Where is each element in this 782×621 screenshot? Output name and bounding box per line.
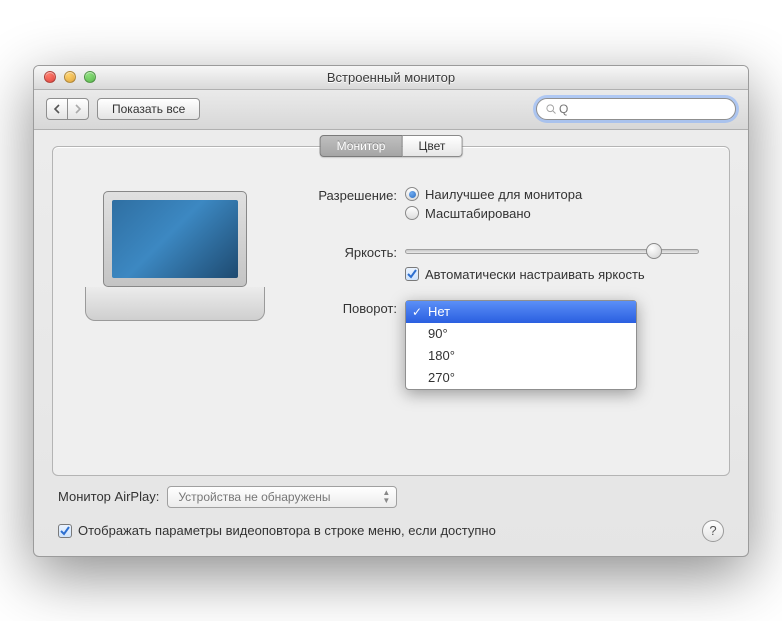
window-title: Встроенный монитор	[34, 70, 748, 85]
brightness-slider[interactable]	[405, 243, 699, 261]
display-preview	[75, 191, 275, 346]
resolution-scaled-text: Масштабировано	[425, 206, 531, 221]
brightness-label: Яркость:	[305, 244, 405, 260]
airplay-popup[interactable]: Устройства не обнаружены ▲▼	[167, 486, 397, 508]
prefs-window: Встроенный монитор Показать все Монитор …	[33, 65, 749, 557]
airplay-label: Монитор AirPlay:	[58, 489, 159, 504]
popup-arrows-icon: ▲▼	[382, 489, 390, 505]
minimize-button[interactable]	[64, 71, 76, 83]
search-icon	[545, 103, 557, 115]
mirror-text: Отображать параметры видеоповтора в стро…	[78, 523, 496, 538]
back-button[interactable]	[46, 98, 67, 120]
resolution-best-radio[interactable]: Наилучшее для монитора	[405, 187, 707, 202]
zoom-button[interactable]	[84, 71, 96, 83]
rotation-option-270[interactable]: 270°	[406, 367, 636, 389]
forward-button[interactable]	[67, 98, 89, 120]
settings-group: Монитор Цвет Разрешение:	[52, 146, 730, 476]
show-all-button[interactable]: Показать все	[97, 98, 200, 120]
chevron-left-icon	[53, 104, 61, 114]
titlebar: Встроенный монитор	[34, 66, 748, 90]
auto-brightness-text: Автоматически настраивать яркость	[425, 267, 645, 282]
rotation-option-90[interactable]: 90°	[406, 323, 636, 345]
resolution-scaled-radio[interactable]: Масштабировано	[405, 206, 707, 221]
close-button[interactable]	[44, 71, 56, 83]
rotation-option-none[interactable]: Нет	[406, 301, 636, 323]
slider-thumb[interactable]	[646, 243, 662, 259]
help-button[interactable]: ?	[702, 520, 724, 542]
chevron-right-icon	[74, 104, 82, 114]
search-field[interactable]	[536, 98, 736, 120]
rotation-label: Поворот:	[305, 300, 405, 316]
tab-monitor[interactable]: Монитор	[320, 135, 403, 157]
radio-dot-icon	[405, 206, 419, 220]
toolbar: Показать все	[34, 90, 748, 130]
checkbox-icon	[58, 524, 72, 538]
search-input[interactable]	[557, 101, 727, 117]
radio-dot-icon	[405, 187, 419, 201]
auto-brightness-checkbox[interactable]: Автоматически настраивать яркость	[405, 267, 707, 282]
mirror-checkbox[interactable]: Отображать параметры видеоповтора в стро…	[58, 523, 496, 538]
rotation-option-180[interactable]: 180°	[406, 345, 636, 367]
tab-bar: Монитор Цвет	[320, 135, 463, 157]
resolution-label: Разрешение:	[305, 187, 405, 203]
tab-color[interactable]: Цвет	[402, 135, 462, 157]
checkbox-icon	[405, 267, 419, 281]
airplay-value: Устройства не обнаружены	[178, 490, 330, 504]
resolution-best-text: Наилучшее для монитора	[425, 187, 582, 202]
rotation-menu[interactable]: Нет 90° 180° 270°	[405, 300, 637, 390]
